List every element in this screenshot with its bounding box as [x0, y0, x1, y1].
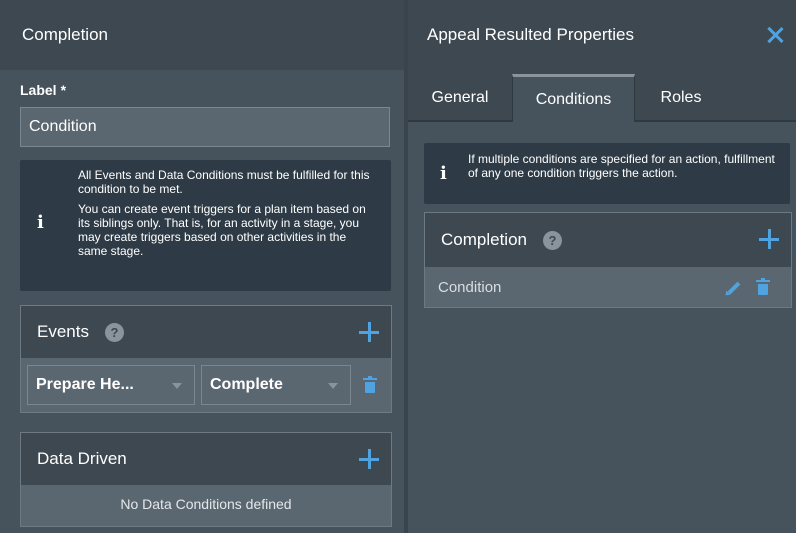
- completion-panel: Completion Label* i All Events and Data …: [0, 0, 404, 533]
- events-header: Events ?: [21, 306, 391, 358]
- label-field-label: Label *: [20, 82, 66, 98]
- properties-title: Appeal Resulted Properties: [427, 25, 634, 44]
- add-condition-button[interactable]: [759, 229, 779, 249]
- event-source-select[interactable]: Prepare He...: [27, 365, 195, 405]
- chevron-down-icon: [172, 383, 182, 389]
- add-data-condition-button[interactable]: [359, 449, 379, 469]
- properties-panel-header: Appeal Resulted Properties: [408, 0, 796, 70]
- label-text: Label: [20, 82, 57, 98]
- properties-panel: Appeal Resulted Properties General Condi…: [408, 0, 796, 533]
- add-event-button[interactable]: [359, 322, 379, 342]
- event-type-value: Complete: [210, 376, 283, 393]
- trash-icon-can: [365, 382, 375, 393]
- required-mark: *: [60, 82, 67, 98]
- chevron-down-icon: [328, 383, 338, 389]
- completion-card-header: Completion ?: [425, 213, 791, 267]
- trash-icon-lid: [363, 378, 377, 380]
- event-type-select[interactable]: Complete: [201, 365, 351, 405]
- trash-icon-can: [758, 284, 768, 295]
- events-card: Events ? Prepare He... Complete: [20, 305, 392, 413]
- completion-card: Completion ? Condition: [424, 212, 792, 308]
- data-driven-title: Data Driven: [37, 449, 127, 468]
- conditions-info-box: i If multiple conditions are specified f…: [424, 143, 790, 204]
- tab-roles[interactable]: Roles: [635, 74, 727, 122]
- info-text: All Events and Data Conditions must be f…: [78, 168, 378, 258]
- data-driven-header: Data Driven: [21, 433, 391, 485]
- label-input[interactable]: [20, 107, 390, 147]
- help-icon[interactable]: ?: [543, 230, 562, 250]
- info-icon: i: [440, 163, 447, 184]
- delete-event-button[interactable]: [363, 376, 377, 393]
- empty-data-conditions: No Data Conditions defined: [120, 496, 292, 512]
- events-title: Events: [37, 322, 89, 341]
- list-item[interactable]: Condition: [425, 267, 791, 307]
- completion-card-title: Completion: [441, 230, 527, 249]
- panel-title: Completion: [22, 25, 108, 44]
- pencil-icon: [727, 281, 741, 295]
- conditions-info-text: If multiple conditions are specified for…: [468, 152, 784, 180]
- conditions-info-line: If multiple conditions are specified for…: [468, 152, 775, 180]
- data-driven-card: Data Driven No Data Conditions defined: [20, 432, 392, 527]
- info-box: i All Events and Data Conditions must be…: [20, 160, 391, 291]
- trash-icon-lid: [756, 280, 770, 282]
- info-line-1: All Events and Data Conditions must be f…: [78, 168, 370, 196]
- edit-condition-button[interactable]: [723, 280, 741, 298]
- delete-condition-button[interactable]: [756, 278, 770, 295]
- tab-conditions[interactable]: Conditions: [512, 74, 635, 122]
- tab-general[interactable]: General: [408, 74, 512, 122]
- properties-tabs: General Conditions Roles: [408, 70, 796, 122]
- info-line-2: You can create event triggers for a plan…: [78, 202, 366, 258]
- completion-panel-header: Completion: [0, 0, 404, 70]
- event-source-value: Prepare He...: [36, 376, 134, 393]
- info-icon: i: [37, 212, 44, 233]
- help-icon[interactable]: ?: [104, 322, 124, 342]
- close-icon[interactable]: [766, 26, 784, 44]
- condition-label: Condition: [438, 278, 502, 296]
